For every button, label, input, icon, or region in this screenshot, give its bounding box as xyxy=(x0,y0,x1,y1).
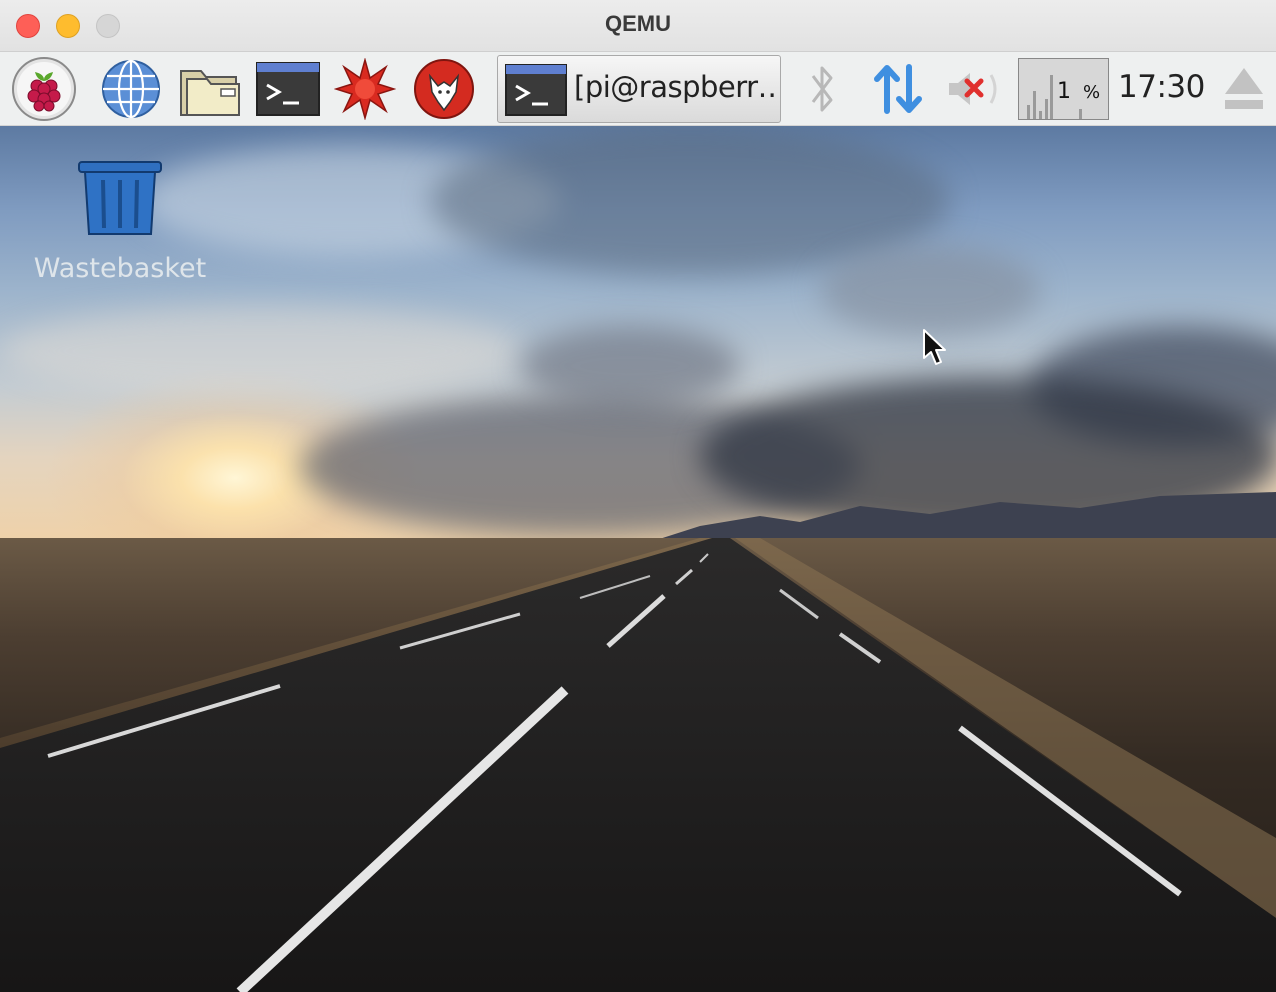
taskbar-panel: [pi@raspberr… 1 % 17:30 xyxy=(0,52,1276,126)
trash-icon xyxy=(78,161,162,235)
cpu-usage-monitor[interactable]: 1 % xyxy=(1018,58,1109,120)
cpu-history-bar xyxy=(1027,105,1030,119)
globe-icon xyxy=(102,59,160,119)
wolfram-launcher[interactable] xyxy=(411,56,477,122)
file-manager-launcher[interactable] xyxy=(176,56,244,122)
cpu-history-bar xyxy=(1039,111,1042,119)
network-tray-button[interactable] xyxy=(870,56,926,122)
cpu-history-bar xyxy=(1033,91,1036,119)
terminal-icon xyxy=(256,62,320,116)
volume-muted-icon xyxy=(949,73,997,105)
terminal-launcher[interactable] xyxy=(254,56,322,122)
taskbar-window-terminal[interactable]: [pi@raspberr… xyxy=(497,55,781,123)
mouse-pointer-icon xyxy=(923,329,946,365)
wallpaper-cloud xyxy=(820,246,1040,336)
raspberry-menu-button[interactable] xyxy=(10,56,78,122)
cpu-usage-value: 1 xyxy=(1057,79,1071,104)
raspberry-icon xyxy=(12,57,76,121)
clock[interactable]: 17:30 xyxy=(1118,69,1205,105)
eject-tray-button[interactable] xyxy=(1218,56,1270,122)
window-title: QEMU xyxy=(605,11,671,36)
mathematica-icon xyxy=(334,58,396,120)
desktop[interactable]: Wastebasket xyxy=(0,126,1276,992)
cpu-history-bar xyxy=(1050,75,1053,119)
wallpaper-mountains xyxy=(650,492,1276,546)
wallpaper-cloud xyxy=(520,326,740,406)
wallpaper-cloud xyxy=(0,306,520,396)
taskbar-window-label: [pi@raspberr… xyxy=(574,70,776,104)
bluetooth-icon xyxy=(811,66,833,112)
web-browser-launcher[interactable] xyxy=(99,56,163,122)
cpu-history-bar xyxy=(1045,99,1048,119)
cpu-usage-unit: % xyxy=(1083,82,1101,103)
wolfram-icon xyxy=(414,59,474,119)
cpu-history-bar xyxy=(1079,109,1082,119)
folder-icon xyxy=(180,70,240,116)
eject-icon xyxy=(1225,68,1263,109)
desktop-icon-wastebasket[interactable]: Wastebasket xyxy=(20,150,220,290)
desktop-icon-label: Wastebasket xyxy=(33,253,207,284)
wallpaper-road xyxy=(0,538,1276,992)
mathematica-launcher[interactable] xyxy=(333,56,397,122)
bluetooth-tray-button[interactable] xyxy=(802,56,842,122)
window-titlebar: QEMU xyxy=(0,0,1276,52)
network-updown-icon xyxy=(874,64,922,114)
volume-tray-button[interactable] xyxy=(944,56,1004,122)
terminal-icon xyxy=(505,64,567,116)
